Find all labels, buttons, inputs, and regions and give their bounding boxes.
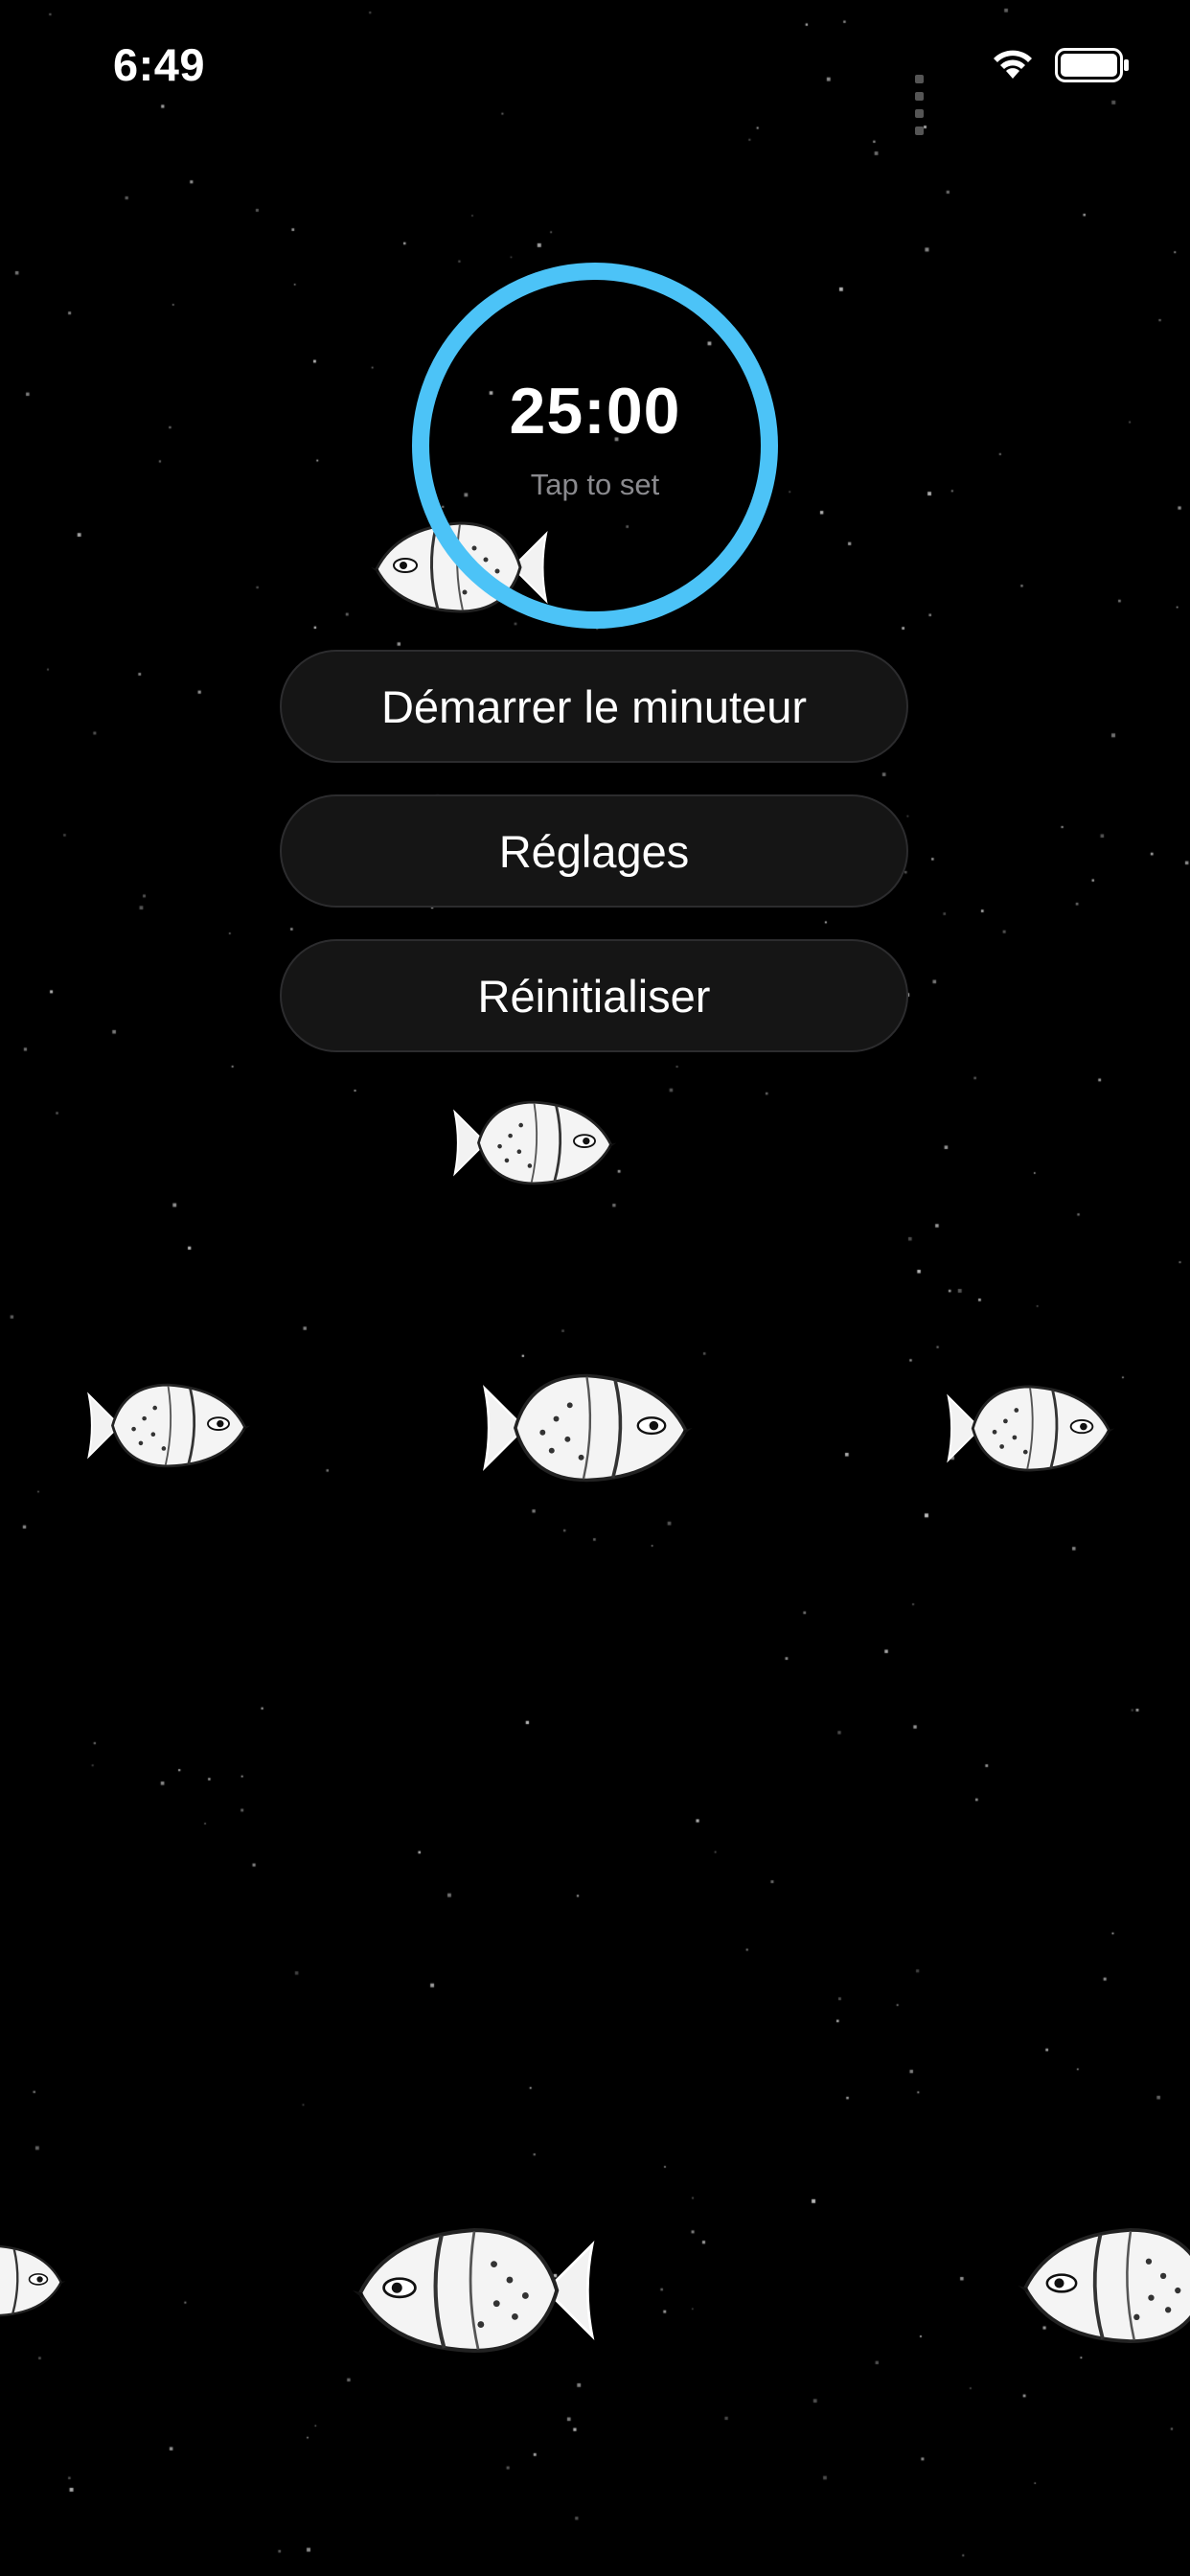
- reset-button[interactable]: Réinitialiser: [280, 939, 908, 1052]
- timer-hint: Tap to set: [530, 468, 660, 501]
- status-time: 6:49: [113, 39, 206, 90]
- settings-button[interactable]: Réglages: [280, 794, 908, 908]
- timer-display[interactable]: 25:00: [403, 374, 787, 448]
- fish-icon: [453, 1100, 618, 1185]
- fish-icon: [0, 2244, 67, 2317]
- fish-icon: [947, 1385, 1116, 1472]
- cellular-signal-icon: [915, 71, 927, 140]
- fish-icon: [1016, 2228, 1190, 2343]
- screen: 6:49 25:00 Tap to set Démarrer le minute…: [0, 0, 1190, 2576]
- fish-icon: [87, 1383, 252, 1468]
- fish-icon: [483, 1373, 695, 1483]
- battery-icon: [1055, 48, 1129, 82]
- fish-icon: [350, 2204, 599, 2377]
- wifi-icon: [994, 50, 1032, 79]
- start-timer-button[interactable]: Démarrer le minuteur: [280, 650, 908, 763]
